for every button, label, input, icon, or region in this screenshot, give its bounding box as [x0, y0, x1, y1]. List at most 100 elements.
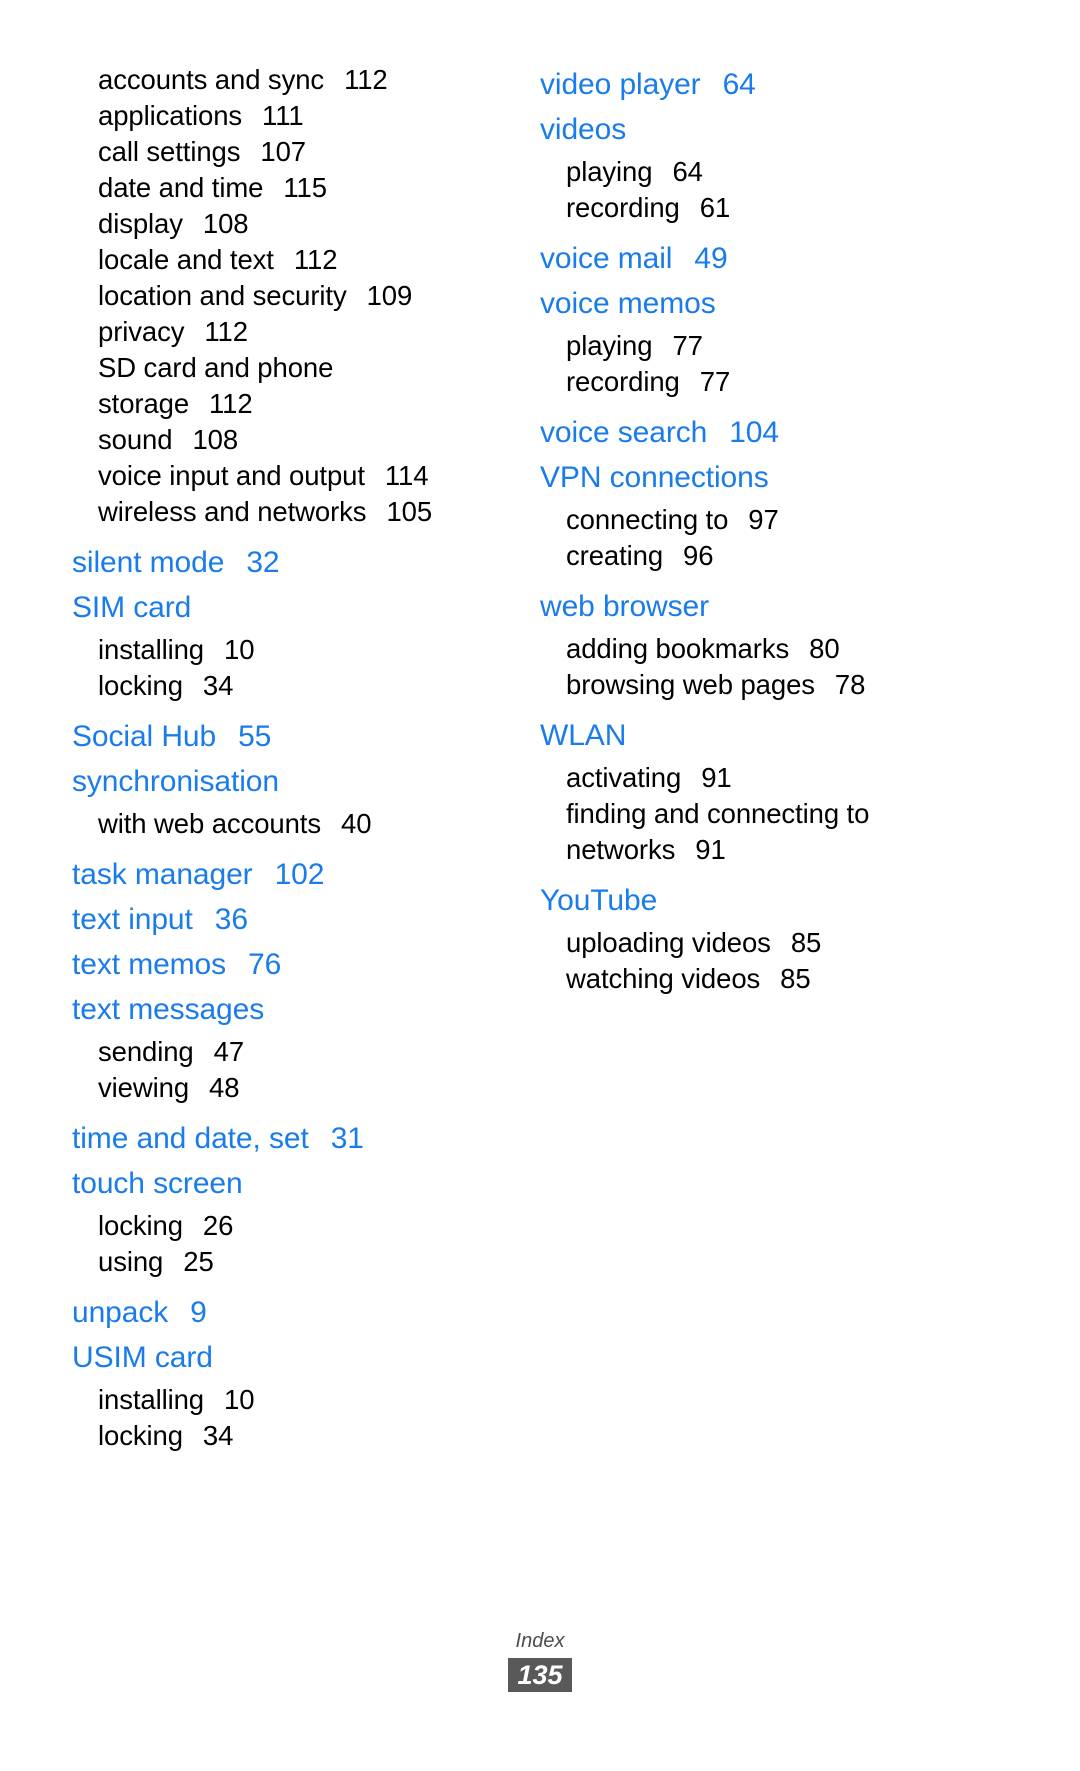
index-subentry: sound 108 — [72, 422, 512, 458]
index-entry-label: web browser — [540, 590, 709, 623]
index-subentry: storage 112 — [72, 386, 512, 422]
index-entry-page-number: 112 — [209, 388, 253, 419]
index-entry-label: touch screen — [72, 1167, 243, 1200]
index-entry-label: unpack — [72, 1296, 169, 1329]
index-subentry: finding and connecting to — [540, 796, 980, 832]
index-entry-label: voice memos — [540, 287, 716, 320]
index-entry-label: storage — [98, 388, 190, 419]
index-entry-label: locale and text — [98, 244, 274, 275]
index-entry-label: applications — [98, 100, 243, 131]
index-subentry: privacy 112 — [72, 314, 512, 350]
index-entry-label: text input — [72, 903, 193, 936]
index-heading: SIM card — [72, 585, 512, 630]
index-entry-page-number: 31 — [330, 1122, 364, 1155]
index-entry-page-number: 114 — [384, 460, 429, 491]
index-subentry: uploading videos 85 — [540, 925, 980, 961]
index-heading: text memos 76 — [72, 942, 512, 987]
index-subentry: activating 91 — [540, 760, 980, 796]
index-entry-label: using — [98, 1246, 164, 1277]
index-entry-page-number: 55 — [238, 720, 272, 753]
index-subentry: watching videos 85 — [540, 961, 980, 997]
index-entry-page-number: 85 — [780, 963, 811, 994]
index-heading: unpack 9 — [72, 1290, 512, 1335]
index-entry-page-number: 91 — [695, 834, 726, 865]
index-heading: time and date, set 31 — [72, 1116, 512, 1161]
index-subentry: adding bookmarks 80 — [540, 631, 980, 667]
index-heading: Social Hub 55 — [72, 714, 512, 759]
index-entry-label: with web accounts — [98, 808, 321, 839]
index-entry-label: call settings — [98, 136, 241, 167]
index-subentry: browsing web pages 78 — [540, 667, 980, 703]
index-entry-label: text messages — [72, 993, 265, 1026]
page-footer: Index 135 — [0, 1628, 1080, 1692]
index-subentry: recording 77 — [540, 364, 980, 400]
index-entry-label: USIM card — [72, 1341, 213, 1374]
index-subentry: SD card and phone — [72, 350, 512, 386]
index-entry-page-number: 91 — [701, 762, 732, 793]
index-entry-label: sending — [98, 1036, 194, 1067]
index-entry-label: playing — [566, 156, 653, 187]
index-heading: synchronisation — [72, 759, 512, 804]
index-subentry: with web accounts 40 — [72, 806, 512, 842]
index-entry-label: creating — [566, 540, 664, 571]
index-subentry: locking 34 — [72, 1418, 512, 1454]
index-entry-page-number: 111 — [262, 100, 304, 131]
index-entry-label: recording — [566, 192, 680, 223]
index-subentry: playing 64 — [540, 154, 980, 190]
index-entry-page-number: 109 — [366, 280, 413, 311]
index-subentry: display 108 — [72, 206, 512, 242]
index-heading: voice search 104 — [540, 410, 980, 455]
index-entry-label: silent mode — [72, 546, 225, 579]
index-entry-label: WLAN — [540, 719, 627, 752]
index-subentry: viewing 48 — [72, 1070, 512, 1106]
page-number-badge: 135 — [508, 1658, 572, 1692]
index-entry-page-number: 61 — [699, 192, 731, 223]
index-entry-page-number: 112 — [344, 64, 388, 95]
index-entry-page-number: 34 — [202, 1420, 234, 1451]
index-entry-page-number: 36 — [214, 903, 248, 936]
index-entry-label: time and date, set — [72, 1122, 309, 1155]
index-entry-page-number: 77 — [672, 330, 703, 361]
index-entry-label: Social Hub — [72, 720, 217, 753]
index-entry-label: SD card and phone — [98, 352, 334, 383]
index-column-right: video player 64 videos playing 64 recording 61… — [540, 62, 980, 997]
index-entry-page-number: 26 — [202, 1210, 234, 1241]
index-entry-label: connecting to — [566, 504, 729, 535]
index-entry-label: installing — [98, 1384, 205, 1415]
index-subentry: networks 91 — [540, 832, 980, 868]
index-entry-page-number: 97 — [748, 504, 779, 535]
index-entry-page-number: 77 — [699, 366, 731, 397]
index-entry-page-number: 112 — [293, 244, 338, 275]
index-entry-page-number: 49 — [694, 242, 728, 275]
index-entry-label: location and security — [98, 280, 347, 311]
index-columns: accounts and sync 112 applications 111 call … — [0, 62, 1080, 1454]
index-entry-label: accounts and sync — [98, 64, 325, 95]
index-subentry: locking 26 — [72, 1208, 512, 1244]
index-subentry: sending 47 — [72, 1034, 512, 1070]
index-subentry: using 25 — [72, 1244, 512, 1280]
index-subentry: installing 10 — [72, 1382, 512, 1418]
index-subentry: wireless and networks 105 — [72, 494, 512, 530]
index-entry-page-number: 78 — [834, 669, 866, 700]
index-entry-page-number: 76 — [248, 948, 282, 981]
index-entry-page-number: 32 — [246, 546, 280, 579]
index-subentry: voice input and output 114 — [72, 458, 512, 494]
index-entry-page-number: 108 — [192, 424, 239, 455]
index-entry-label: YouTube — [540, 884, 658, 917]
index-entry-label: playing — [566, 330, 653, 361]
index-subentry: creating 96 — [540, 538, 980, 574]
index-entry-page-number: 48 — [209, 1072, 240, 1103]
index-entry-label: voice mail — [540, 242, 673, 275]
index-subentry: locking 34 — [72, 668, 512, 704]
index-entry-page-number: 64 — [722, 68, 756, 101]
index-subentry: locale and text 112 — [72, 242, 512, 278]
index-entry-label: VPN connections — [540, 461, 769, 494]
index-entry-label: installing — [98, 634, 205, 665]
index-heading: videos — [540, 107, 980, 152]
index-entry-page-number: 85 — [790, 927, 822, 958]
index-heading: WLAN — [540, 713, 980, 758]
index-heading: task manager 102 — [72, 852, 512, 897]
index-entry-label: activating — [566, 762, 682, 793]
index-entry-label: locking — [98, 1210, 183, 1241]
index-subentry: connecting to 97 — [540, 502, 980, 538]
